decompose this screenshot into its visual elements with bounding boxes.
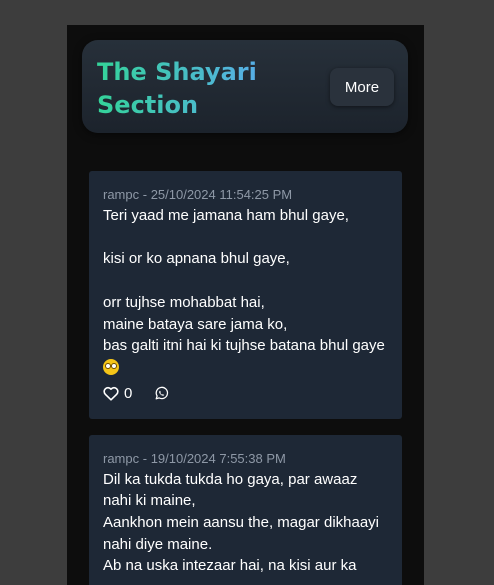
like-button[interactable]: 0 — [103, 385, 132, 402]
post-meta: rampc - 19/10/2024 7:55:38 PM — [103, 450, 388, 468]
post-meta: rampc - 25/10/2024 11:54:25 PM — [103, 186, 388, 204]
post-timestamp: 25/10/2024 11:54:25 PM — [150, 187, 293, 202]
shayari-feed: rampc - 25/10/2024 11:54:25 PM Teri yaad… — [89, 171, 402, 585]
meta-separator: - — [139, 450, 151, 466]
shayari-text: Dil ka tukda tukda ho gaya, par awaaz na… — [103, 469, 388, 578]
post-timestamp: 19/10/2024 7:55:38 PM — [150, 450, 286, 466]
shayari-card: rampc - 25/10/2024 11:54:25 PM Teri yaad… — [89, 171, 402, 419]
shayari-text: Teri yaad me jamana ham bhul gaye, kisi … — [103, 205, 388, 379]
page-title: The Shayari Section — [97, 56, 297, 122]
post-actions: 0 — [103, 383, 388, 405]
like-count: 0 — [124, 385, 133, 403]
flushed-face-icon — [103, 358, 119, 375]
shayari-text-content: Dil ka tukda tukda ho gaya, par awaaz na… — [103, 470, 380, 575]
post-author: rampc — [103, 450, 140, 466]
whatsapp-icon — [154, 386, 169, 401]
app-container: The Shayari Section More rampc - 25/10/2… — [67, 25, 424, 585]
header-card: The Shayari Section More — [82, 40, 408, 133]
post-author: rampc — [103, 187, 140, 202]
shayari-card: rampc - 19/10/2024 7:55:38 PM Dil ka tuk… — [89, 434, 402, 585]
whatsapp-share-button[interactable] — [154, 386, 169, 401]
shayari-text-content: Teri yaad me jamana ham bhul gaye, kisi … — [103, 207, 385, 355]
meta-separator: - — [139, 187, 151, 202]
more-button[interactable]: More — [330, 68, 394, 106]
heart-icon — [103, 386, 119, 401]
